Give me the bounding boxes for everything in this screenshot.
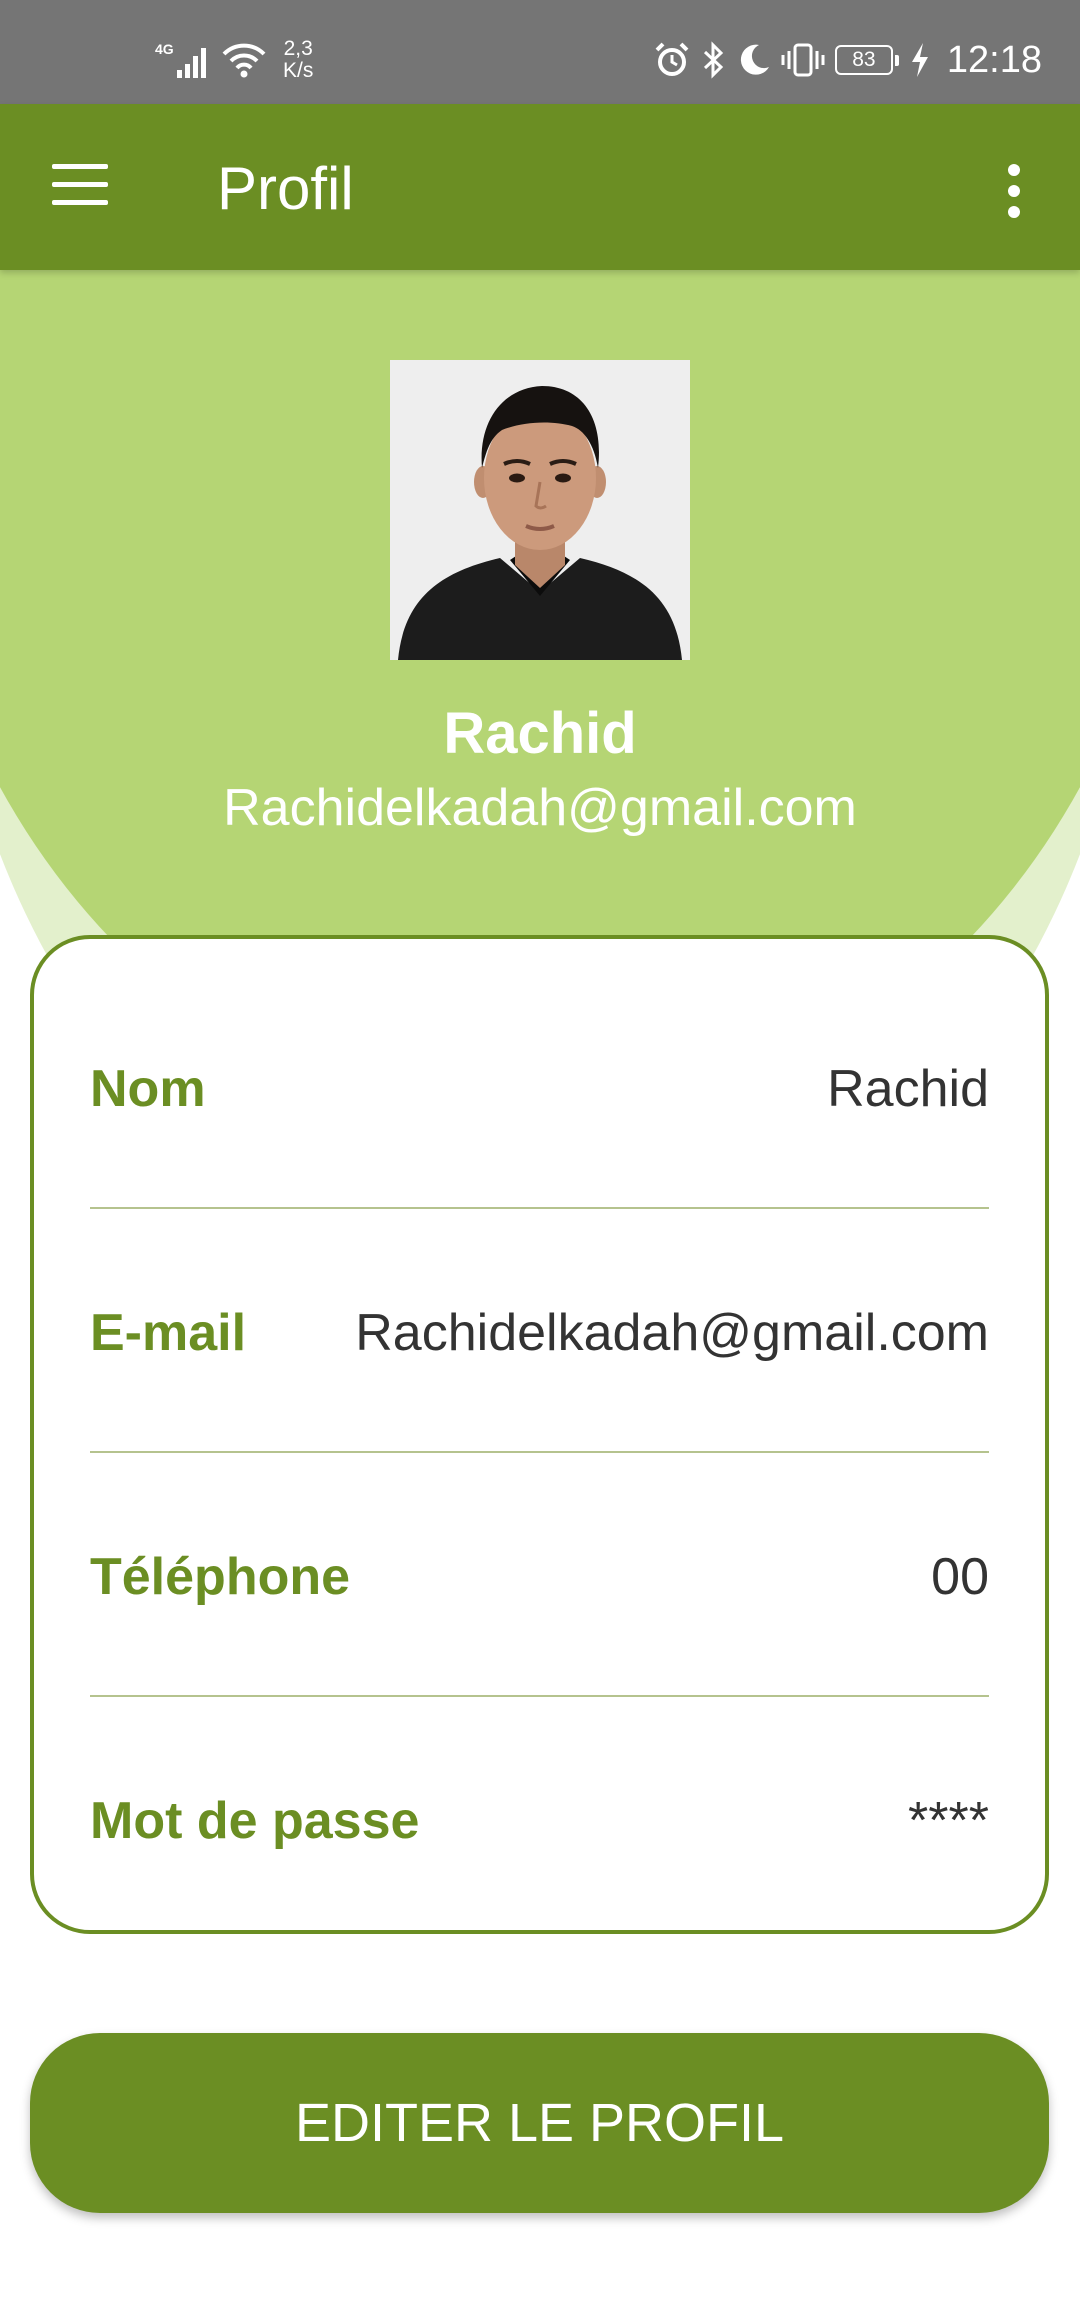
info-label-email: E-mail <box>90 1304 247 1362</box>
status-bar-left: 4G 2,3 K/s <box>155 30 313 90</box>
status-bar-right: 83 12:18 <box>653 30 1042 90</box>
info-row-email: E-mail Rachidelkadah@gmail.com <box>90 1273 989 1393</box>
info-row-phone: Téléphone 00 <box>90 1517 989 1637</box>
signal-icon: 4G <box>155 41 206 78</box>
network-speed-unit: K/s <box>283 59 314 82</box>
info-value-password: **** <box>908 1792 989 1850</box>
clock: 12:18 <box>946 38 1042 81</box>
status-bar: 4G 2,3 K/s 83 12:18 <box>0 0 1080 104</box>
network-speed-value: 2,3 <box>283 37 313 60</box>
profile-photo <box>390 360 690 660</box>
divider <box>90 1207 989 1209</box>
battery-icon: 83 <box>834 45 899 75</box>
info-value-email: Rachidelkadah@gmail.com <box>355 1304 989 1362</box>
info-row-password: Mot de passe **** <box>90 1761 989 1881</box>
info-row-name: Nom Rachid <box>90 1029 989 1149</box>
bluetooth-icon <box>703 41 724 79</box>
divider <box>90 1695 989 1697</box>
divider <box>90 1451 989 1453</box>
info-label-name: Nom <box>90 1060 206 1118</box>
info-label-phone: Téléphone <box>90 1548 351 1606</box>
page-title: Profil <box>217 155 354 222</box>
charging-icon <box>911 43 928 77</box>
vibrate-icon <box>781 43 825 77</box>
menu-icon[interactable] <box>52 164 112 210</box>
profile-name: Rachid <box>443 701 637 766</box>
battery-level: 83 <box>852 48 876 71</box>
app-bar: Profil <box>0 104 1080 270</box>
profile-email: Rachidelkadah@gmail.com <box>223 779 857 837</box>
info-value-name: Rachid <box>827 1060 989 1118</box>
alarm-icon <box>655 42 689 76</box>
more-vertical-icon[interactable] <box>950 146 1080 236</box>
edit-profile-button[interactable]: EDITER LE PROFIL <box>30 2033 1049 2213</box>
network-type: 4G <box>155 41 174 57</box>
moon-icon <box>740 44 769 75</box>
network-speed: 2,3 K/s <box>283 38 313 82</box>
info-label-password: Mot de passe <box>90 1792 420 1850</box>
wifi-icon <box>222 43 266 78</box>
avatar <box>390 360 690 660</box>
info-value-phone: 00 <box>931 1548 989 1606</box>
profile-info-card: Nom Rachid E-mail Rachidelkadah@gmail.co… <box>30 935 1049 1934</box>
